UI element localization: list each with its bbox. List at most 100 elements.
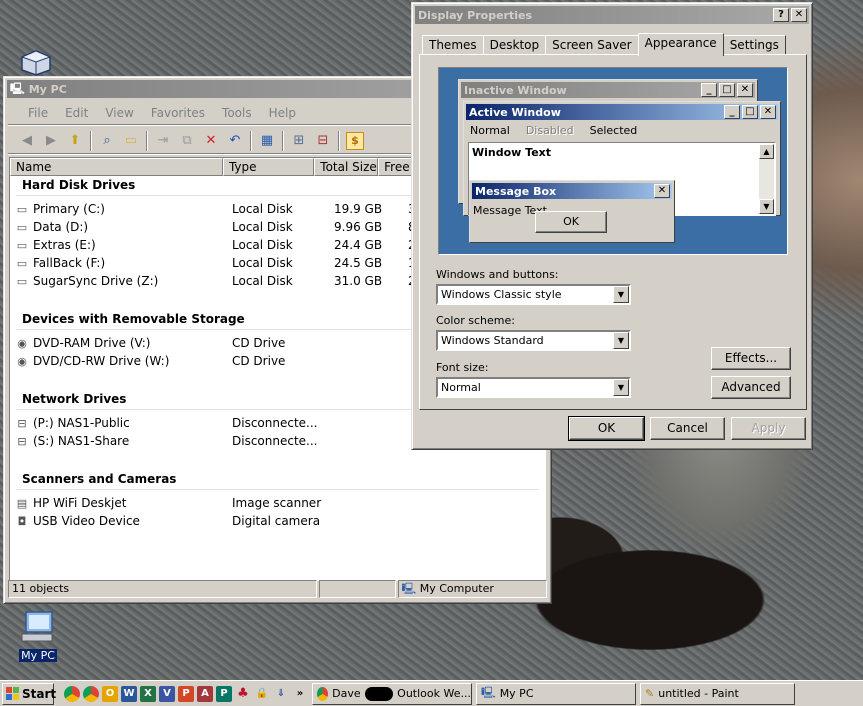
column-type[interactable]: Type (222, 158, 315, 176)
list-item[interactable]: ▤ HP WiFi Deskjet Image scanner (14, 494, 434, 512)
views-icon[interactable]: ▦ (258, 132, 276, 150)
tab-settings[interactable]: Settings (722, 35, 786, 55)
scroll-down-icon: ▼ (759, 199, 774, 214)
tab-screen-saver[interactable]: Screen Saver (545, 35, 639, 55)
group-header: Devices with Removable Storage (22, 312, 245, 326)
taskbar-item-outlook-web[interactable]: Dave Outlook We... (312, 682, 472, 705)
menu-tools[interactable]: Tools (222, 106, 252, 120)
hard-disk-icon: ▭ (16, 220, 28, 234)
network-drive-icon: ⊟ (17, 416, 27, 430)
up-folder-icon[interactable]: ⬆ (66, 132, 84, 150)
outlook-icon[interactable]: O (102, 685, 118, 702)
map-drive-icon[interactable]: ⊞ (290, 132, 308, 150)
paint-icon: ✎ (645, 687, 655, 700)
appearance-preview: Inactive Window _ □ ✕ Active Window _ □ … (438, 67, 788, 255)
network-drive-icon: ⊟ (17, 434, 27, 448)
hard-disk-icon: ▭ (16, 238, 28, 252)
chevron-down-icon[interactable]: ▼ (613, 332, 629, 349)
download-icon[interactable]: ⇓ (273, 686, 289, 702)
virtualbox-icon[interactable] (20, 50, 52, 76)
menu-view[interactable]: View (105, 106, 133, 120)
list-item[interactable]: ▭ SugarSync Drive (Z:) Local Disk 31.0 G… (14, 272, 434, 290)
copy-to-icon[interactable]: ⧉ (178, 132, 196, 150)
desktop-icon-label: My PC (19, 649, 57, 662)
taskbar: Start O W X V P A P ♣ 🔒 ⇓ » Dave Outlook… (0, 680, 863, 706)
powerpoint-icon[interactable]: P (178, 685, 194, 702)
list-item[interactable]: ◉ DVD-RAM Drive (V:) CD Drive (14, 334, 434, 352)
tab-themes[interactable]: Themes (422, 35, 484, 55)
forward-icon[interactable]: ▶ (42, 132, 60, 150)
advanced-button[interactable]: Advanced (711, 376, 791, 399)
excel-icon[interactable]: X (140, 685, 156, 702)
group-divider (16, 489, 539, 490)
menu-file[interactable]: File (28, 106, 48, 120)
status-object-count: 11 objects (8, 580, 317, 598)
optical-drive-icon: ◉ (17, 354, 27, 368)
folders-icon[interactable]: ▭ (122, 132, 140, 150)
desktop-icon-my-pc[interactable]: My PC (14, 610, 62, 662)
cherries-icon[interactable]: ♣ (235, 686, 251, 702)
appearance-panel: Inactive Window _ □ ✕ Active Window _ □ … (419, 54, 807, 410)
list-item[interactable]: ▭ FallBack (F:) Local Disk 24.5 GB 1 (14, 254, 434, 272)
lock-icon[interactable]: 🔒 (254, 686, 270, 702)
chrome-icon[interactable] (64, 685, 80, 702)
menu-help[interactable]: Help (269, 106, 296, 120)
preview-message-box: Message Box ✕ Message Text OK (469, 180, 675, 243)
list-item[interactable]: ▭ Extras (E:) Local Disk 24.4 GB 2 (14, 236, 434, 254)
apply-button[interactable]: Apply (731, 417, 806, 440)
column-total-size[interactable]: Total Size (314, 158, 379, 176)
maximize-icon: □ (719, 83, 735, 97)
preview-ok-button: OK (535, 211, 607, 233)
cancel-button[interactable]: Cancel (650, 417, 725, 440)
overflow-chevron-icon[interactable]: » (292, 686, 308, 702)
color-scheme-label: Color scheme: (436, 314, 515, 327)
tab-desktop[interactable]: Desktop (482, 35, 547, 55)
search-icon[interactable]: ⌕ (98, 132, 116, 150)
dollar-icon[interactable]: $ (346, 131, 364, 150)
column-name[interactable]: Name (10, 158, 223, 176)
hard-disk-icon: ▭ (16, 256, 28, 270)
delete-icon[interactable]: ✕ (202, 132, 220, 150)
undo-icon[interactable]: ↶ (226, 132, 244, 150)
list-item[interactable]: ⊟ (S:) NAS1-Share Disconnecte... (14, 432, 434, 450)
help-button[interactable]: ? (773, 8, 789, 22)
move-to-icon[interactable]: ⇥ (154, 132, 172, 150)
ok-button[interactable]: OK (568, 416, 645, 441)
group-header: Network Drives (22, 392, 127, 406)
minimize-icon: _ (724, 105, 740, 119)
visio-icon[interactable]: V (159, 685, 175, 702)
close-icon: ✕ (737, 83, 753, 97)
toolbar-separator (90, 130, 92, 151)
start-button[interactable]: Start (2, 682, 56, 705)
close-icon: ✕ (760, 105, 776, 119)
tab-appearance[interactable]: Appearance (637, 33, 724, 56)
color-scheme-select[interactable]: Windows Standard ▼ (436, 330, 631, 351)
chrome-icon[interactable] (83, 685, 99, 702)
chevron-down-icon[interactable]: ▼ (613, 379, 629, 396)
publisher-icon[interactable]: P (216, 685, 232, 702)
chevron-down-icon[interactable]: ▼ (613, 286, 629, 303)
close-button[interactable]: ✕ (791, 8, 807, 22)
windows-buttons-select[interactable]: Windows Classic style ▼ (436, 284, 631, 305)
list-item[interactable]: ▭ Primary (C:) Local Disk 19.9 GB 3 (14, 200, 434, 218)
access-icon[interactable]: A (197, 685, 213, 702)
menu-edit[interactable]: Edit (65, 106, 88, 120)
taskbar-item-paint[interactable]: ✎ untitled - Paint (640, 682, 795, 705)
back-icon[interactable]: ◀ (18, 132, 36, 150)
preview-inactive-title: Inactive Window (464, 83, 567, 97)
menu-favorites[interactable]: Favorites (151, 106, 205, 120)
dialog-title: Display Properties (418, 8, 533, 22)
taskbar-item-my-pc[interactable]: 🖳 My PC (476, 682, 636, 705)
list-item[interactable]: ▭ Data (D:) Local Disk 9.96 GB 8 (14, 218, 434, 236)
list-item[interactable]: ◉ DVD/CD-RW Drive (W:) CD Drive (14, 352, 434, 370)
effects-button[interactable]: Effects... (711, 347, 791, 370)
word-icon[interactable]: W (121, 685, 137, 702)
list-item[interactable]: ⊟ (P:) NAS1-Public Disconnecte... (14, 414, 434, 432)
maximize-icon: □ (742, 105, 758, 119)
disconnect-drive-icon[interactable]: ⊟ (314, 132, 332, 150)
group-header: Scanners and Cameras (22, 472, 177, 486)
dialog-titlebar[interactable]: Display Properties ? ✕ (415, 6, 809, 24)
camera-icon: ◘ (17, 514, 27, 528)
list-item[interactable]: ◘ USB Video Device Digital camera (14, 512, 434, 530)
font-size-select[interactable]: Normal ▼ (436, 377, 631, 398)
